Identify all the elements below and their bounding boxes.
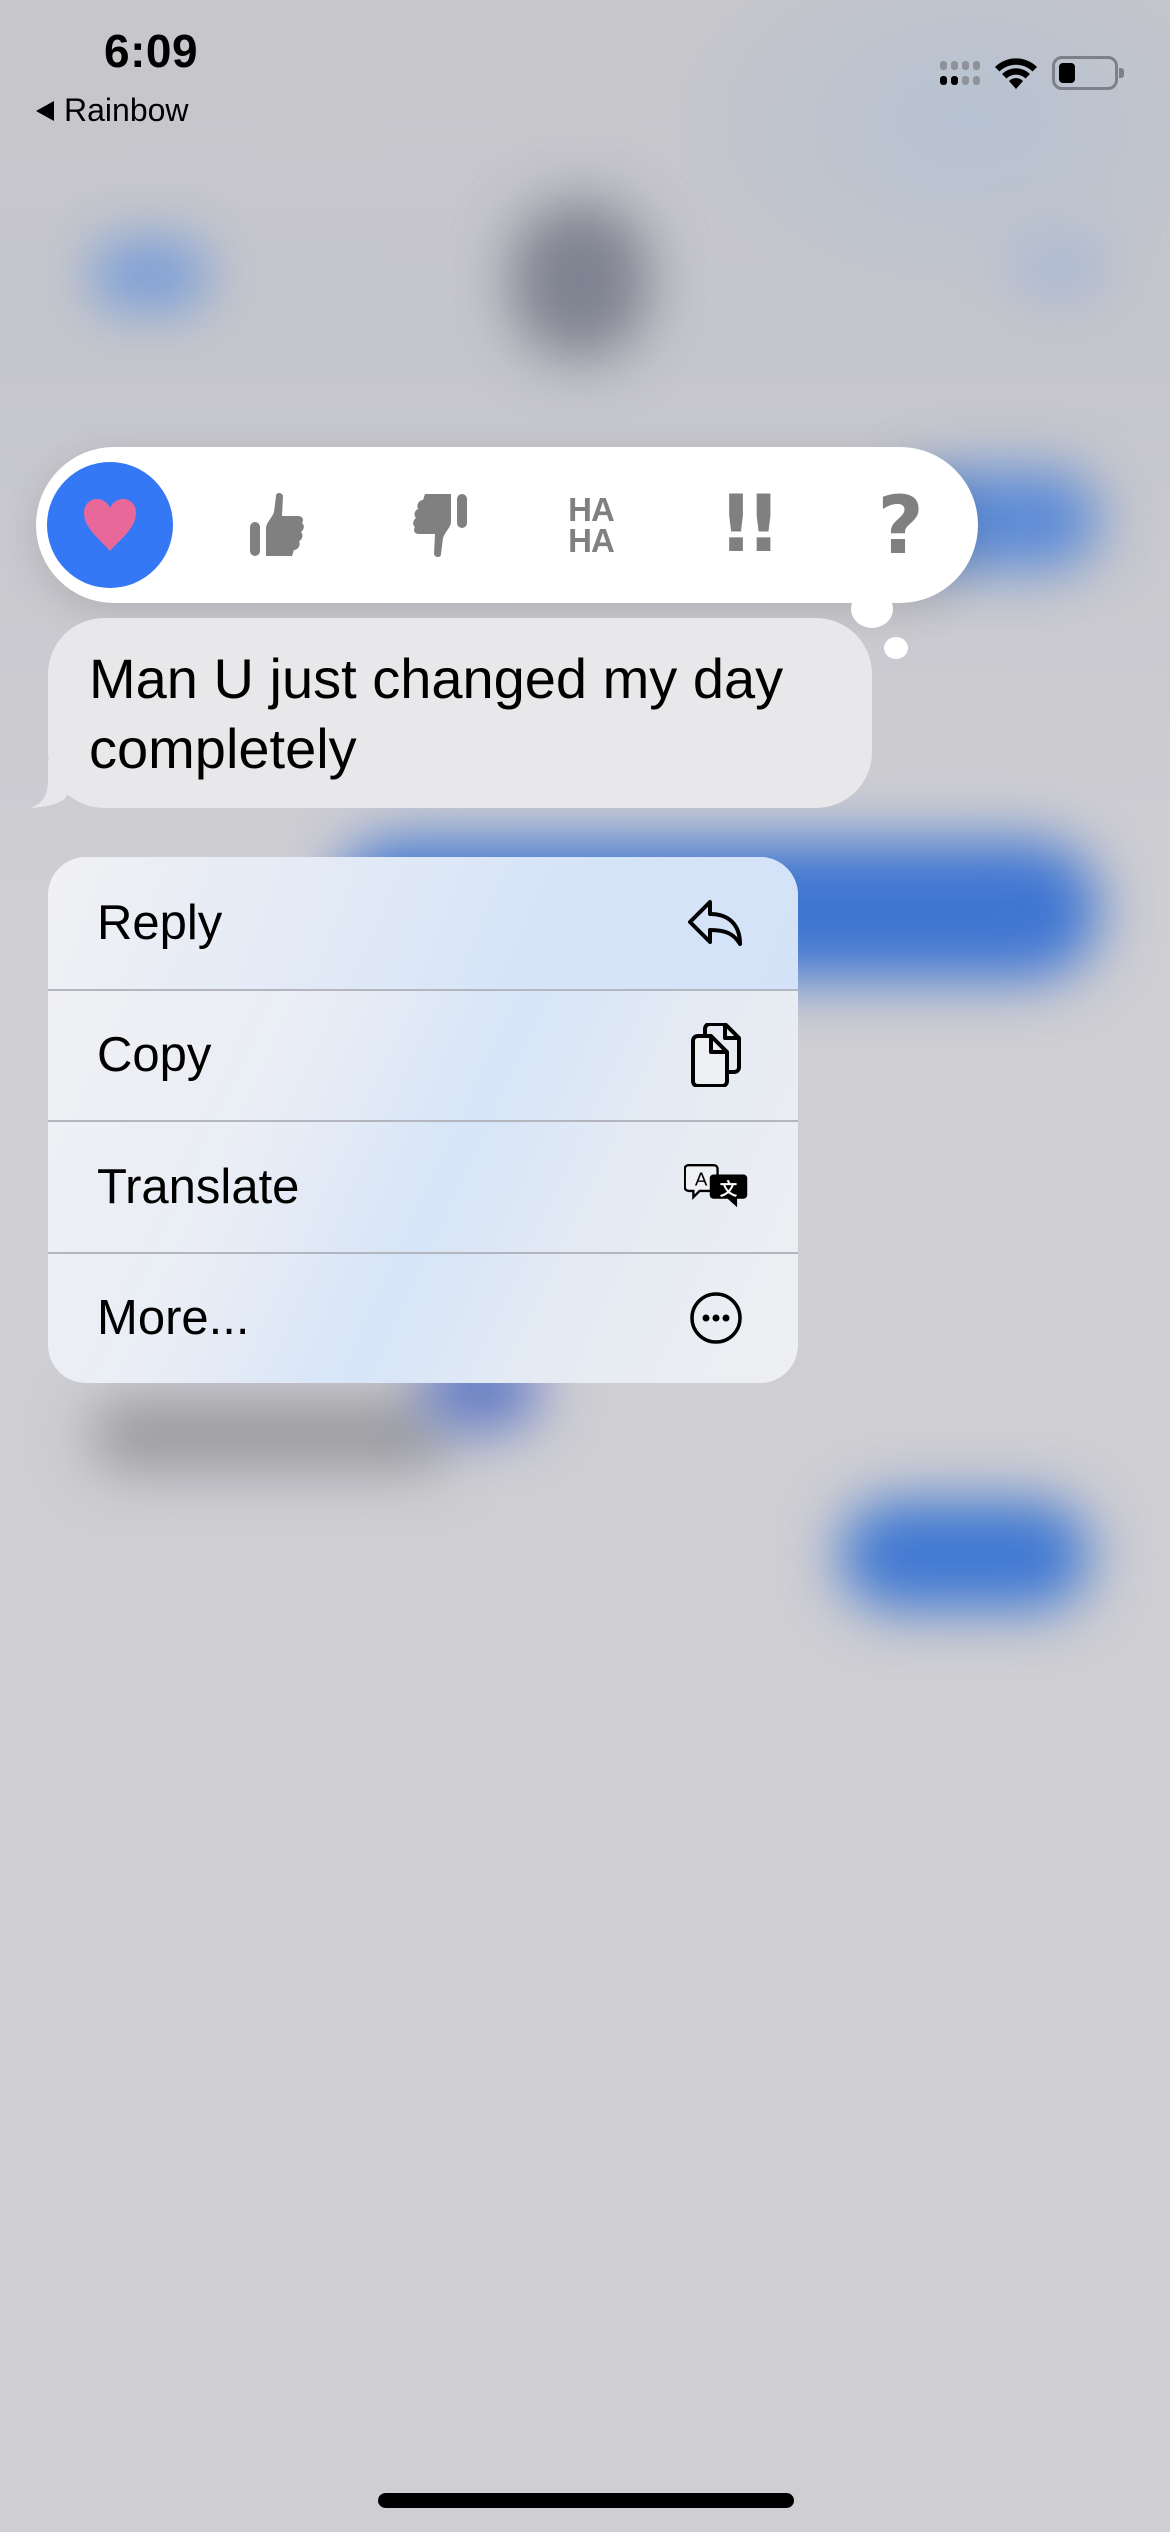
context-menu: Reply Copy Translate A 文 More... [48, 857, 798, 1383]
translate-icon: A 文 [684, 1155, 748, 1219]
back-triangle-icon [36, 100, 54, 121]
tapback-thumbs-up[interactable] [204, 462, 359, 588]
menu-item-label: Translate [97, 1159, 300, 1214]
tapback-heart-selected-bg [47, 462, 173, 588]
signal-dot [973, 61, 980, 70]
tapback-question[interactable]: ? [823, 462, 978, 588]
battery-fill [1059, 63, 1075, 83]
battery-icon [1052, 56, 1124, 90]
status-bar: 6:09 Rainbow [0, 0, 1170, 140]
blurred-message-bubble [840, 1500, 1090, 1610]
question-icon: ? [877, 478, 924, 572]
tapback-emphasize[interactable]: !! [668, 462, 823, 588]
menu-item-label: Reply [97, 895, 223, 950]
battery-nub [1119, 68, 1124, 78]
tapback-bar: HA HA !! ? [36, 447, 978, 603]
heart-icon [84, 499, 136, 551]
signal-dot [951, 61, 958, 70]
message-text: Man U just changed my day completely [89, 647, 784, 780]
menu-item-label: More... [97, 1291, 250, 1346]
tapback-thumbs-down[interactable] [359, 462, 514, 588]
signal-dot [940, 61, 947, 70]
back-to-app-button[interactable]: Rainbow [36, 92, 189, 129]
menu-item-label: Copy [97, 1028, 212, 1083]
ellipsis-circle-icon [684, 1286, 748, 1350]
wifi-icon [995, 58, 1037, 89]
menu-item-reply[interactable]: Reply [48, 857, 798, 989]
menu-item-more[interactable]: More... [48, 1251, 798, 1384]
menu-item-copy[interactable]: Copy [48, 988, 798, 1121]
exclamation-icon: !! [718, 480, 781, 570]
svg-text:文: 文 [720, 1179, 738, 1200]
home-indicator[interactable] [378, 2493, 794, 2508]
reply-icon [684, 891, 748, 955]
signal-dot [973, 76, 980, 85]
blurred-message-bubble [90, 1400, 450, 1470]
back-app-label: Rainbow [64, 92, 189, 128]
tapback-tail-dot [884, 637, 908, 659]
blurred-contact-avatar [510, 200, 650, 360]
signal-dot [940, 76, 947, 85]
tapback-heart[interactable] [47, 462, 173, 588]
signal-dot [951, 76, 958, 85]
haha-line: HA [568, 491, 615, 528]
signal-dot [962, 61, 969, 70]
status-icons [940, 55, 1124, 91]
menu-item-translate[interactable]: Translate A 文 [48, 1120, 798, 1252]
tapback-haha[interactable]: HA HA [514, 462, 669, 588]
svg-text:A: A [695, 1168, 708, 1189]
thumbs-down-icon [413, 494, 468, 557]
thumbs-up-icon [250, 493, 305, 556]
haha-icon: HA HA [568, 491, 615, 559]
tapback-tail-dot [851, 590, 893, 628]
status-time: 6:09 [104, 25, 199, 77]
message-bubble[interactable]: Man U just changed my day completely [48, 618, 872, 808]
signal-dot [962, 76, 969, 85]
blurred-video-button [1010, 240, 1110, 300]
cellular-signal-icon [940, 61, 980, 85]
haha-line: HA [568, 522, 615, 559]
copy-icon [684, 1023, 748, 1088]
blurred-back-button [90, 240, 210, 310]
